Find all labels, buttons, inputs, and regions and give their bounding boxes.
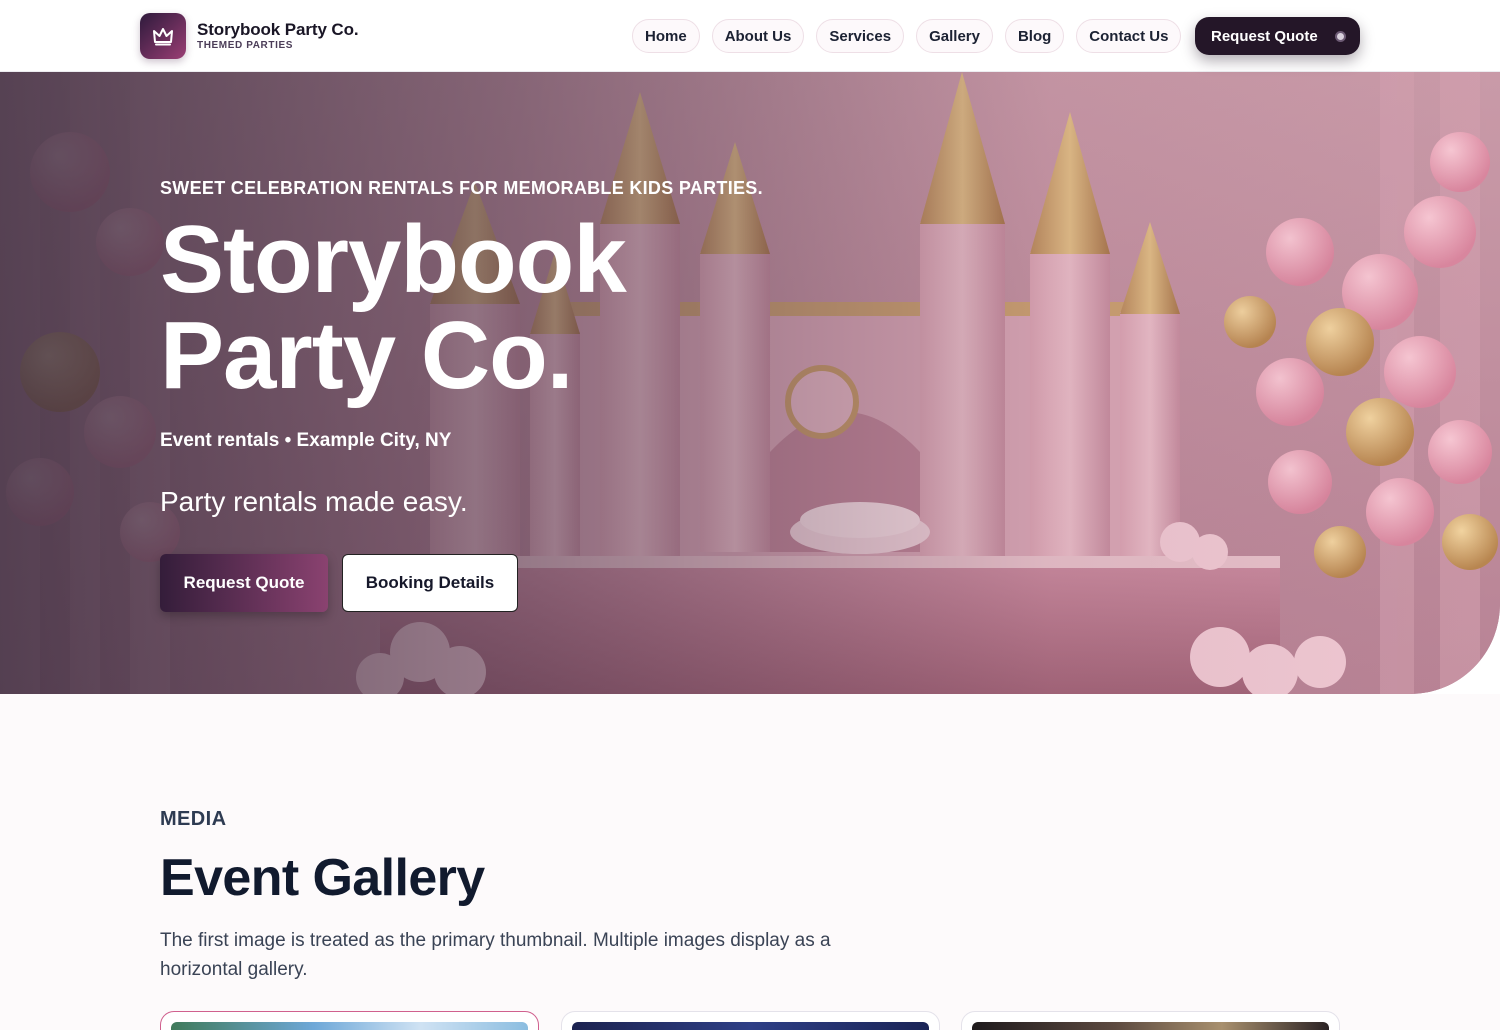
gallery-eyebrow: MEDIA	[160, 808, 227, 830]
crown-icon	[140, 13, 186, 59]
nav-gallery[interactable]: Gallery	[916, 19, 993, 53]
brand-tagline: THEMED PARTIES	[197, 40, 293, 51]
nav-blog[interactable]: Blog	[1004, 19, 1065, 53]
gallery-thumbnail	[972, 1022, 1329, 1030]
hero-eyebrow: SWEET CELEBRATION RENTALS FOR MEMORABLE …	[160, 178, 763, 198]
gallery-title: Event Gallery	[160, 849, 485, 907]
gallery-card[interactable]	[961, 1011, 1340, 1030]
nav-home[interactable]: Home	[632, 19, 700, 53]
hero-description: Party rentals made easy.	[160, 486, 468, 517]
brand-name: Storybook Party Co.	[197, 20, 359, 39]
gallery-description: The first image is treated as the primar…	[160, 930, 831, 980]
nav-contact-us[interactable]: Contact Us	[1076, 19, 1182, 53]
gallery-card[interactable]	[561, 1011, 940, 1030]
main-nav: Home About Us Services Gallery Blog Cont…	[632, 19, 1193, 53]
site-header: Storybook Party Co. THEMED PARTIES Home …	[0, 0, 1500, 72]
nav-about-us[interactable]: About Us	[711, 19, 805, 53]
hero-request-quote-button[interactable]: Request Quote	[160, 554, 328, 612]
gallery-thumbnail	[171, 1022, 528, 1030]
brand[interactable]: Storybook Party Co. THEMED PARTIES	[140, 13, 359, 59]
gallery-thumbnail	[572, 1022, 929, 1030]
hero-booking-details-button[interactable]: Booking Details	[342, 554, 518, 612]
header-request-quote-button[interactable]: Request Quote	[1195, 17, 1360, 55]
gallery-section: MEDIA Event Gallery The first image is t…	[0, 694, 1500, 1030]
hero-location: Event rentals • Example City, NY	[160, 430, 452, 451]
status-dot-icon	[1335, 31, 1346, 42]
gallery-card-primary[interactable]	[160, 1011, 539, 1030]
header-request-quote-label: Request Quote	[1211, 27, 1318, 45]
hero-title: Storybook Party Co.	[160, 206, 627, 409]
nav-services[interactable]: Services	[816, 19, 905, 53]
brand-text: Storybook Party Co. THEMED PARTIES	[197, 20, 359, 52]
hero-section: SWEET CELEBRATION RENTALS FOR MEMORABLE …	[0, 72, 1500, 694]
